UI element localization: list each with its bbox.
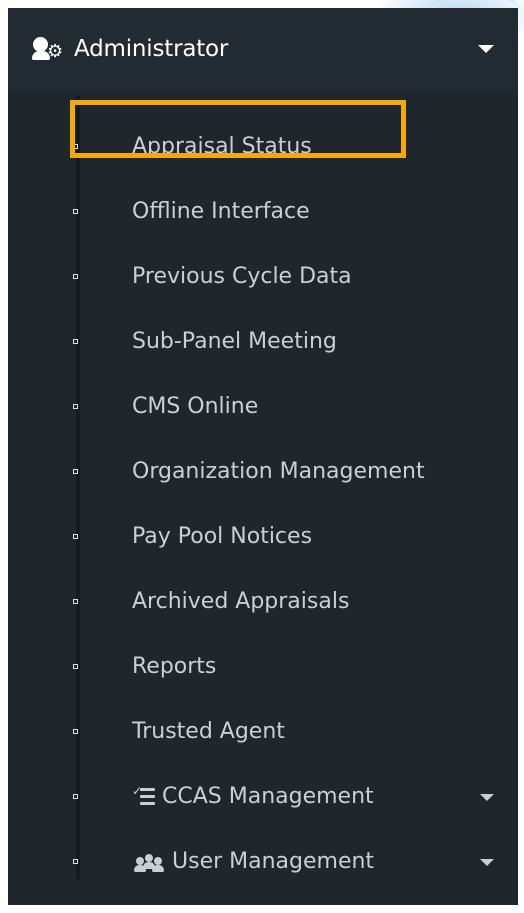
menu-item-organization-management[interactable]: Organization Management xyxy=(8,447,518,499)
menu-item-label: Sub-Panel Meeting xyxy=(132,329,337,354)
list-bar-shape xyxy=(140,788,155,791)
gear-icon: ⚙ xyxy=(47,41,63,62)
menu-item-label: Reports xyxy=(132,654,217,679)
menu-item-label: Offline Interface xyxy=(132,199,310,224)
user-management-label-group: User Management xyxy=(132,847,374,877)
menu-item-reports[interactable]: Reports xyxy=(8,642,518,694)
square-bullet-icon xyxy=(73,729,78,734)
menu-item-label: User Management xyxy=(172,849,375,874)
user-head-shape xyxy=(154,857,162,865)
menu-item-label: Organization Management xyxy=(132,459,425,484)
square-bullet-icon xyxy=(73,664,78,669)
admin-sidebar: ⚙ Administrator Appraisal Status Offline… xyxy=(8,8,518,905)
chevron-down-icon xyxy=(478,45,494,53)
menu-item-label: Archived Appraisals xyxy=(132,589,350,614)
square-bullet-icon xyxy=(73,209,78,214)
square-bullet-icon xyxy=(73,469,78,474)
menu-item-appraisal-status[interactable]: Appraisal Status xyxy=(8,122,518,174)
menu-item-label: CCAS Management xyxy=(162,784,374,809)
menu-item-sub-panel-meeting[interactable]: Sub-Panel Meeting xyxy=(8,317,518,369)
user-head-shape xyxy=(33,37,48,52)
square-bullet-icon xyxy=(73,274,78,279)
user-body-shape xyxy=(152,865,164,872)
menu-item-label: Trusted Agent xyxy=(132,719,285,744)
square-bullet-icon xyxy=(73,534,78,539)
list-bar-shape xyxy=(140,795,155,798)
users-icon xyxy=(132,851,166,873)
square-bullet-icon xyxy=(73,339,78,344)
square-bullet-icon xyxy=(73,599,78,604)
square-bullet-icon xyxy=(73,404,78,409)
administrator-title: Administrator xyxy=(74,36,229,62)
menu-item-label: CMS Online xyxy=(132,394,259,419)
menu-item-archived-appraisals[interactable]: Archived Appraisals xyxy=(8,577,518,629)
menu-item-cms-online[interactable]: CMS Online xyxy=(8,382,518,434)
square-bullet-icon xyxy=(73,859,78,864)
user-head-shape xyxy=(145,854,153,862)
administrator-menu-toggle[interactable]: ⚙ Administrator xyxy=(8,8,518,90)
user-gear-icon: ⚙ xyxy=(32,35,66,63)
ccas-management-label-group: ✓ CCAS Management xyxy=(132,782,374,812)
square-bullet-icon xyxy=(73,144,78,149)
list-bar-shape xyxy=(140,802,155,805)
administrator-submenu: Appraisal Status Offline Interface Previ… xyxy=(8,90,518,905)
menu-item-ccas-management[interactable]: ✓ CCAS Management xyxy=(8,772,518,824)
menu-item-user-management[interactable]: User Management xyxy=(8,837,518,889)
menu-item-label: Previous Cycle Data xyxy=(132,264,352,289)
screenshot-page: ⚙ Administrator Appraisal Status Offline… xyxy=(0,0,524,913)
checklist-icon: ✓ xyxy=(132,785,156,808)
menu-item-trusted-agent[interactable]: Trusted Agent xyxy=(8,707,518,759)
menu-item-offline-interface[interactable]: Offline Interface xyxy=(8,187,518,239)
square-bullet-icon xyxy=(73,794,78,799)
menu-item-previous-cycle-data[interactable]: Previous Cycle Data xyxy=(8,252,518,304)
chevron-down-icon xyxy=(480,859,494,866)
chevron-down-icon xyxy=(480,794,494,801)
menu-item-pay-pool-notices[interactable]: Pay Pool Notices xyxy=(8,512,518,564)
menu-item-label: Appraisal Status xyxy=(132,134,312,159)
menu-item-label: Pay Pool Notices xyxy=(132,524,313,549)
